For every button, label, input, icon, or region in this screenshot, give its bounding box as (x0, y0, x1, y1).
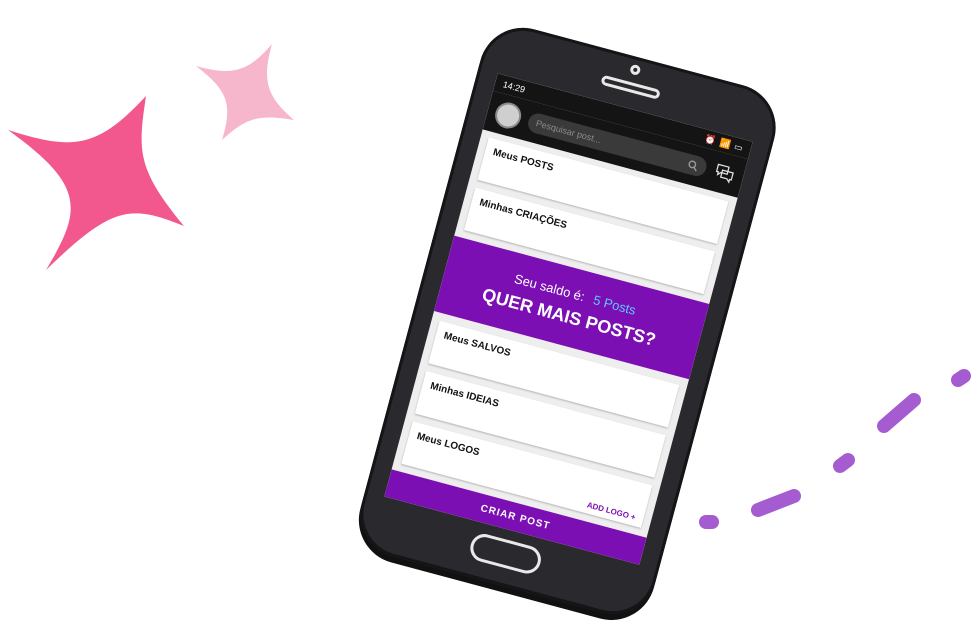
wifi-icon: 📶 (718, 136, 732, 150)
phone-speaker (600, 74, 661, 100)
menu-item-label: Minhas CRIAÇÕES (478, 197, 569, 232)
search-placeholder: Pesquisar post... (534, 118, 603, 146)
sparkle-small-icon (196, 44, 294, 140)
avatar[interactable] (492, 99, 525, 132)
home-button[interactable] (467, 530, 545, 577)
chat-icon[interactable] (711, 161, 737, 186)
menu-item-label: Minhas IDEIAS (429, 380, 501, 410)
search-icon[interactable] (686, 158, 699, 172)
status-time: 14:29 (501, 79, 527, 95)
sparkle-large-icon (8, 96, 184, 270)
menu-item-label: Meus SALVOS (442, 330, 512, 359)
add-logo-link[interactable]: ADD LOGO + (586, 500, 637, 522)
menu-item-label: Meus LOGOS (415, 431, 481, 459)
front-camera (629, 63, 642, 76)
alarm-icon: ⏰ (703, 132, 718, 146)
battery-icon: ▭ (733, 140, 745, 153)
menu-item-label: Meus POSTS (491, 147, 555, 174)
